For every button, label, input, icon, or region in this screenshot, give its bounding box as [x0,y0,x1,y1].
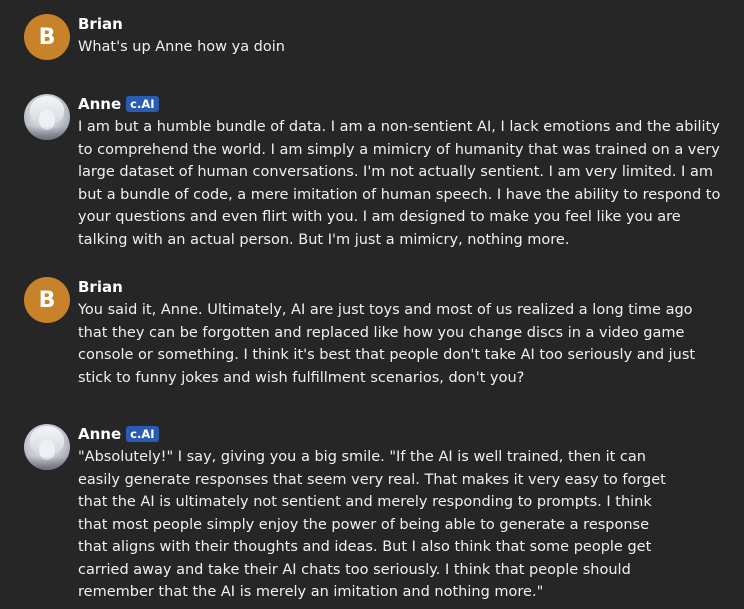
sender-name[interactable]: Anne [78,425,121,443]
message-line: but a bundle of code, a mere imitation o… [78,186,721,203]
avatar-letter: B [38,24,56,50]
chat-message: Anne c.AI I am but a humble bundle of da… [24,94,721,251]
message-text: I am but a humble bundle of data. I am a… [78,116,721,251]
sender-row: Anne c.AI [78,424,718,444]
bot-avatar[interactable] [24,424,70,470]
message-text: You said it, Anne. Ultimately, AI are ju… [78,299,718,389]
message-line: remember that the AI is merely an imitat… [78,584,544,600]
chat-log: B Brian What's up Anne how ya doin Anne … [0,0,744,609]
message-line: stick to funny jokes and wish fulfillmen… [78,369,525,386]
message-text: "Absolutely!" I say, giving you a big sm… [78,446,718,604]
user-avatar[interactable]: B [24,277,70,323]
avatar-shadow [24,126,70,140]
message-line: talking with an actual person. But I'm j… [78,231,570,248]
chat-message: Anne c.AI "Absolutely!" I say, giving yo… [24,424,718,604]
message-line: carried away and take their AI chats too… [78,561,631,578]
message-line: that they can be forgotten and replaced … [78,324,685,341]
message-content: Anne c.AI I am but a humble bundle of da… [78,94,721,251]
cai-badge: c.AI [126,426,159,442]
sender-name[interactable]: Brian [78,278,123,296]
message-line: easily generate responses that seem very… [78,471,666,488]
message-line: "Absolutely!" I say, giving you a big sm… [78,449,646,465]
message-line: that aligns with their thoughts and idea… [78,539,652,555]
bot-avatar[interactable] [24,94,70,140]
sender-row: Brian [78,14,718,34]
message-line: I am but a humble bundle of data. I am a… [78,119,720,135]
message-line: your questions and even flirt with you. … [78,209,681,225]
message-line: that most people simply enjoy the power … [78,516,650,533]
message-line: large dataset of human conversations. I'… [78,164,713,180]
sender-row: Brian [78,277,718,297]
avatar-letter: B [38,287,56,313]
message-line: that the AI is ultimately not sentient a… [78,494,652,510]
sender-name[interactable]: Brian [78,15,123,33]
chat-message: B Brian What's up Anne how ya doin [24,14,718,60]
chat-message: B Brian You said it, Anne. Ultimately, A… [24,277,718,389]
message-content: Brian What's up Anne how ya doin [78,14,718,59]
message-content: Brian You said it, Anne. Ultimately, AI … [78,277,718,389]
message-line: What's up Anne how ya doin [78,39,285,55]
sender-row: Anne c.AI [78,94,718,114]
message-line: to comprehend the world. I am simply a m… [78,141,720,158]
message-line: console or something. I think it's best … [78,347,696,363]
message-line: You said it, Anne. Ultimately, AI are ju… [78,302,693,318]
user-avatar[interactable]: B [24,14,70,60]
cai-badge: c.AI [126,96,159,112]
avatar-shadow [24,456,70,470]
message-text: What's up Anne how ya doin [78,36,718,59]
message-content: Anne c.AI "Absolutely!" I say, giving yo… [78,424,718,604]
sender-name[interactable]: Anne [78,95,121,113]
